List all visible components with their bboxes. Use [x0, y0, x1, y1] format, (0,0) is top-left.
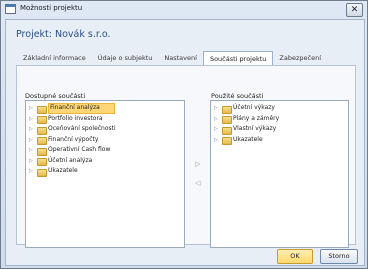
list-item[interactable]: ▷ Účetní analýza — [26, 156, 184, 167]
tree-expander-icon[interactable]: ▷ — [214, 103, 218, 114]
dialog-window: Možnosti projektu ✕ Projekt: Novák s.r.o… — [0, 0, 368, 269]
tree-expander-icon[interactable]: ▷ — [29, 103, 33, 114]
list-item-label: Vlastní výkazy — [233, 125, 277, 132]
available-components-label: Dostupné součásti — [25, 92, 86, 100]
tab-strip: Základní informace Údaje o subjektu Nast… — [17, 51, 327, 67]
tab-subject-data[interactable]: Údaje o subjektu — [92, 51, 159, 65]
title-bar[interactable]: Možnosti projektu ✕ — [1, 1, 367, 18]
list-item[interactable]: ▷ Operativní Cash flow — [26, 145, 184, 156]
tab-basic-info[interactable]: Základní informace — [17, 51, 92, 65]
window-title: Možnosti projektu — [20, 4, 83, 12]
dialog-body: Projekt: Novák s.r.o. Základní informace… — [5, 19, 365, 266]
close-icon: ✕ — [350, 5, 359, 15]
list-item-label: Účetní výkazy — [233, 104, 275, 111]
list-item-label: Ukazatele — [48, 167, 78, 174]
list-item-label: Účetní analýza — [48, 156, 93, 164]
cancel-button[interactable]: Storno — [320, 249, 358, 264]
tab-settings[interactable]: Nastavení — [158, 51, 203, 65]
folder-icon — [37, 147, 47, 156]
folder-icon — [37, 137, 47, 145]
used-components-label: Použité součásti — [211, 92, 264, 100]
tree-expander-icon[interactable]: ▷ — [29, 114, 33, 125]
tree-expander-icon[interactable]: ▷ — [29, 135, 33, 146]
tree-expander-icon[interactable]: ▷ — [214, 114, 218, 125]
list-item-label: Finanční analýza — [48, 103, 115, 114]
folder-icon — [37, 105, 47, 114]
available-components-list[interactable]: ▷ Finanční analýza ▷ Portfolio investora… — [25, 100, 185, 248]
folder-icon — [222, 116, 232, 124]
list-item-label: Plány a záměry — [233, 114, 280, 122]
list-item[interactable]: ▷ Oceňování společnosti — [26, 124, 184, 135]
list-item-label: Ukazatele — [233, 135, 263, 143]
list-item[interactable]: ▷ Vlastní výkazy — [211, 124, 348, 135]
list-item[interactable]: ▷ Účetní výkazy — [211, 103, 348, 114]
close-button[interactable]: ✕ — [346, 3, 363, 17]
list-item[interactable]: ▷ Ukazatele — [211, 135, 348, 146]
used-components-list[interactable]: ▷ Účetní výkazy ▷ Plány a záměry ▷ Vlast… — [210, 100, 349, 248]
list-item-label: Finanční výpočty — [48, 135, 99, 143]
list-item[interactable]: ▷ Finanční analýza — [26, 103, 184, 114]
list-item[interactable]: ▷ Plány a záměry — [211, 114, 348, 125]
folder-icon — [37, 126, 47, 135]
page-title: Projekt: Novák s.r.o. — [16, 29, 111, 40]
list-item[interactable]: ▷ Finanční výpočty — [26, 135, 184, 146]
list-item-label: Operativní Cash flow — [48, 146, 111, 153]
folder-icon — [222, 105, 232, 114]
tab-security[interactable]: Zabezpečení — [273, 51, 327, 65]
move-right-icon[interactable]: ▷ — [195, 160, 200, 168]
list-item[interactable]: ▷ Portfolio investora — [26, 114, 184, 125]
tree-expander-icon[interactable]: ▷ — [214, 124, 218, 135]
folder-icon — [37, 158, 47, 166]
list-item-label: Portfolio investora — [48, 114, 103, 122]
tree-expander-icon[interactable]: ▷ — [29, 166, 33, 177]
tree-expander-icon[interactable]: ▷ — [214, 135, 218, 146]
folder-icon — [222, 126, 232, 135]
folder-icon — [222, 137, 232, 145]
tree-expander-icon[interactable]: ▷ — [29, 124, 33, 135]
list-item[interactable]: ▷ Ukazatele — [26, 166, 184, 177]
ok-button[interactable]: OK — [277, 249, 313, 264]
tree-expander-icon[interactable]: ▷ — [29, 145, 33, 156]
folder-icon — [37, 116, 47, 124]
move-left-icon[interactable]: ◁ — [195, 179, 200, 187]
window-app-icon — [5, 4, 16, 14]
folder-icon — [37, 168, 47, 177]
tab-panel: Dostupné součásti Použité součásti ▷ Fin… — [16, 65, 356, 248]
tree-expander-icon[interactable]: ▷ — [29, 156, 33, 167]
list-item-label: Oceňování společnosti — [48, 125, 116, 132]
